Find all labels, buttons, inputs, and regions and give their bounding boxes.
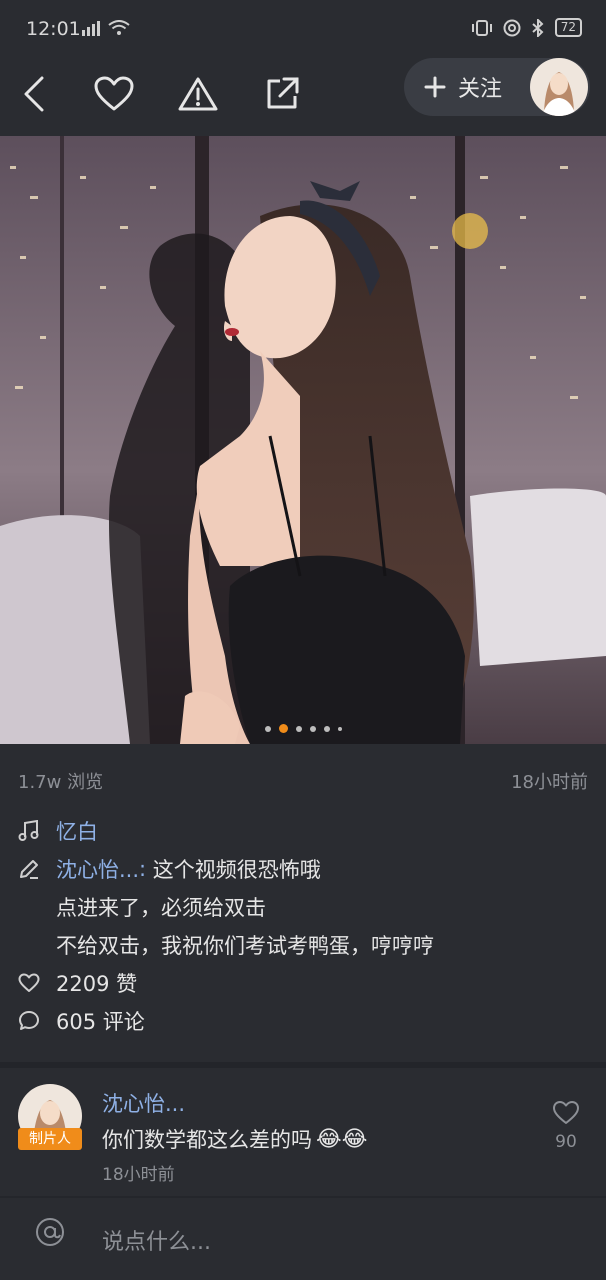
post-image xyxy=(0,136,606,744)
status-signal-group xyxy=(82,20,130,36)
carousel-dot xyxy=(323,725,330,732)
post-meta: 1.7w 浏览 18小时前 xyxy=(18,768,588,794)
wifi-icon xyxy=(108,20,130,35)
caption-text-line2: 点进来了，必须给双击 xyxy=(56,896,266,920)
music-note-icon xyxy=(18,820,40,842)
post-info: 忆白 沈心怡...: 这个视频很恐怖哦 点进来了，必须给双击 不给双击，我祝你们… xyxy=(18,812,588,1040)
comment-input[interactable]: 说点什么... xyxy=(102,1224,211,1256)
follow-button[interactable]: 关注 xyxy=(424,58,502,116)
favorite-button[interactable] xyxy=(92,72,136,116)
share-button[interactable] xyxy=(260,72,304,116)
heart-icon xyxy=(18,972,40,994)
comment-count: 605 评论 xyxy=(56,1010,145,1034)
post-photo[interactable] xyxy=(0,136,606,744)
comment-time: 18小时前 xyxy=(102,1165,175,1185)
comment-text-row: 你们数学都这么差的吗 😂😂 xyxy=(102,1124,367,1154)
carousel-dot xyxy=(264,725,271,732)
battery-indicator: 72 xyxy=(554,18,582,37)
comment-item[interactable]: 制片人 沈心怡... 你们数学都这么差的吗 😂😂 18小时前 90 xyxy=(0,1068,606,1196)
view-count: 1.7w 浏览 xyxy=(18,772,104,793)
caption-text-line1: 这个视频很恐怖哦 xyxy=(146,858,321,882)
status-bar: 12:01 72 xyxy=(0,0,606,58)
back-button[interactable] xyxy=(12,72,56,116)
warning-icon xyxy=(178,77,218,111)
status-right-group: 72 xyxy=(471,18,582,37)
signal-icon xyxy=(82,21,100,36)
comment-like-count: 90 xyxy=(555,1132,577,1152)
likes-row[interactable]: 2209 赞 xyxy=(18,964,588,1002)
follow-pill: 关注 xyxy=(404,58,590,116)
pen-icon xyxy=(18,858,40,880)
comment-like-button[interactable]: 90 xyxy=(552,1100,580,1152)
carousel-dot xyxy=(337,726,342,731)
caption-author-separator: : xyxy=(139,857,147,881)
creator-badge: 制片人 xyxy=(18,1128,82,1150)
caption-line: 点进来了，必须给双击 xyxy=(18,888,588,926)
share-icon xyxy=(267,77,299,109)
caption-author[interactable]: 沈心怡... xyxy=(56,854,139,884)
carousel-dot xyxy=(295,725,302,732)
caption-text-line3: 不给双击，我祝你们考试考鸭蛋，哼哼哼 xyxy=(56,934,434,958)
at-status-icon xyxy=(503,19,521,36)
top-action-bar: 关注 xyxy=(0,58,606,136)
music-row[interactable]: 忆白 xyxy=(18,812,588,850)
plus-icon xyxy=(424,76,446,98)
heart-icon xyxy=(553,1101,579,1124)
status-time: 12:01 xyxy=(26,18,81,40)
music-title[interactable]: 忆白 xyxy=(56,816,98,846)
vibrate-icon xyxy=(471,19,492,36)
chevron-left-icon xyxy=(24,76,44,112)
mention-button[interactable] xyxy=(34,1216,66,1256)
carousel-dot xyxy=(309,725,316,732)
report-button[interactable] xyxy=(176,72,220,116)
carousel-dot-active xyxy=(278,724,288,733)
carousel-indicator xyxy=(0,724,606,733)
comments-row[interactable]: 605 评论 xyxy=(18,1002,588,1040)
comment-input-bar: 说点什么... xyxy=(0,1198,606,1280)
post-time: 18小时前 xyxy=(511,772,588,793)
at-icon xyxy=(36,1218,64,1246)
caption-row: 沈心怡...: 这个视频很恐怖哦 xyxy=(18,850,588,888)
comment-text: 你们数学都这么差的吗 xyxy=(102,1128,312,1152)
bluetooth-icon xyxy=(532,18,544,37)
commenter-name[interactable]: 沈心怡... xyxy=(102,1088,185,1118)
like-count: 2209 赞 xyxy=(56,972,138,996)
caption-line: 不给双击，我祝你们考试考鸭蛋，哼哼哼 xyxy=(18,926,588,964)
comment-bubble-icon xyxy=(18,1010,40,1032)
heart-icon xyxy=(94,76,134,111)
comment-emoji: 😂😂 xyxy=(316,1126,368,1152)
author-avatar[interactable] xyxy=(530,58,588,116)
follow-label: 关注 xyxy=(458,77,503,102)
avatar-image xyxy=(530,58,588,116)
